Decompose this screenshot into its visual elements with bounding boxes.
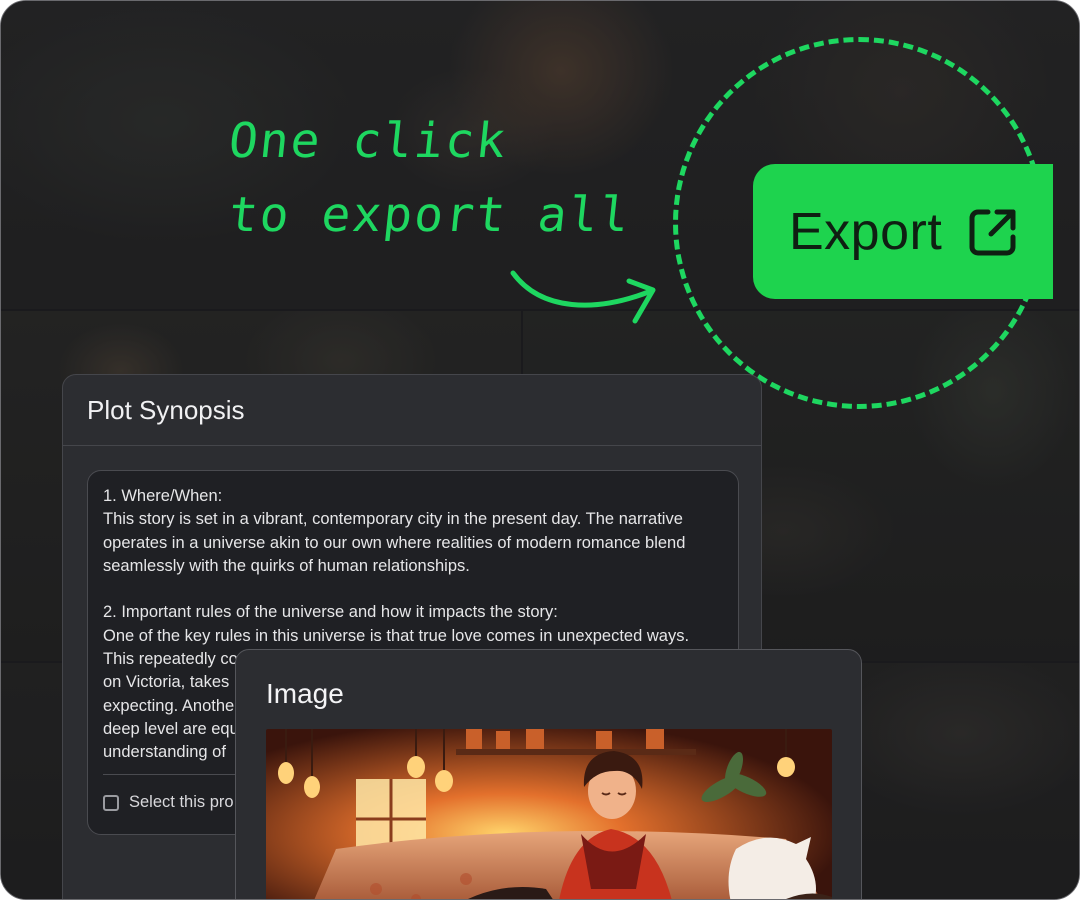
annotation-line-1: One click [226, 113, 511, 169]
image-card-title: Image [266, 678, 344, 709]
card-divider [63, 445, 761, 446]
select-checkbox-row[interactable]: Select this pro [103, 793, 234, 812]
plot-synopsis-title: Plot Synopsis [87, 395, 245, 425]
synopsis-line: 2. Important rules of the universe and h… [103, 603, 558, 622]
export-button[interactable]: Export [753, 164, 1053, 299]
annotation-line-2: to export all [226, 187, 634, 243]
select-checkbox-label: Select this pro [129, 793, 234, 811]
app-frame: One click to export all Export Plot Syno… [0, 0, 1080, 900]
export-button-label: Export [789, 202, 943, 261]
synopsis-line: This story is set in a vibrant, contempo… [103, 510, 686, 575]
generated-illustration[interactable] [266, 729, 832, 899]
image-card: Image [235, 649, 862, 899]
select-checkbox[interactable] [103, 794, 119, 811]
synopsis-line: 1. Where/When: [103, 487, 223, 505]
curved-arrow-icon [510, 270, 656, 324]
external-link-icon [969, 209, 1016, 255]
illustration-art [266, 729, 832, 899]
